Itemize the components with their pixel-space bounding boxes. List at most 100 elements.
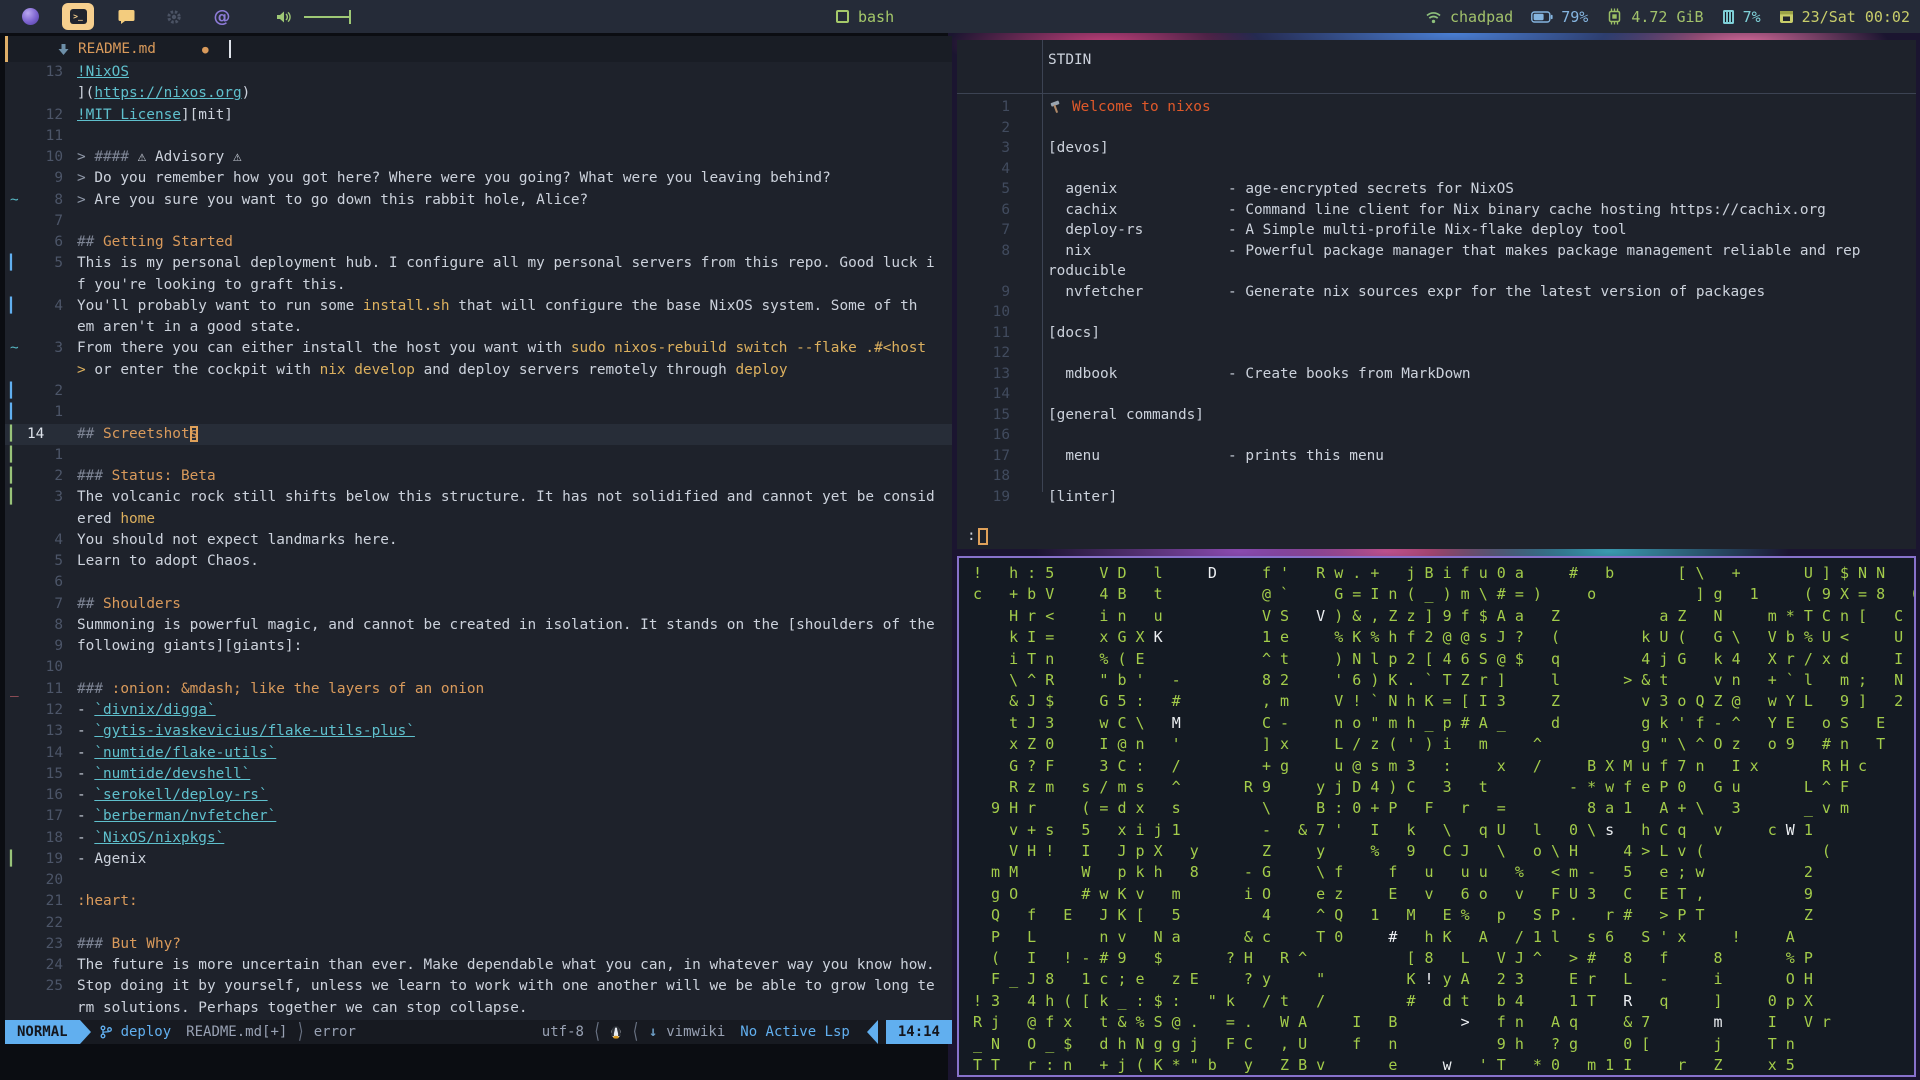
editor-row[interactable]: ~8 > Are you sure you want to go down thi…: [5, 190, 952, 211]
line-number: [23, 275, 63, 296]
editor-row[interactable]: 20: [5, 870, 952, 891]
editor-row[interactable]: ▎ 19 - Agenix: [5, 849, 952, 870]
editor-row[interactable]: 21:heart:: [5, 891, 952, 912]
pager-row[interactable]: 9 nvfetcher - Generate nix sources expr f…: [957, 282, 1916, 303]
command-description: - Generate nix sources expr for the late…: [1228, 283, 1766, 300]
pager-text-area[interactable]: 1 Welcome to nixos 2 3 [devos] 4 5 agenix - age…: [957, 97, 1916, 507]
editor-row[interactable]: 7 ## Shoulders: [5, 594, 952, 615]
editor-row[interactable]: ▎ 3 The volcanic rock still shifts below t…: [5, 487, 952, 508]
text-segment: But Why?: [111, 935, 181, 952]
editor-row[interactable]: 13- `gytis-ivaskevicius/flake-utils-plus…: [5, 721, 952, 742]
volume-slider-handle[interactable]: [349, 9, 351, 24]
pager-line-number: 13: [992, 365, 1010, 382]
pager-row[interactable]: 19 [linter]: [957, 487, 1916, 508]
gutter-sign: [5, 870, 23, 891]
command-name: mdbook: [1048, 365, 1118, 382]
pager-row[interactable]: 12: [957, 343, 1916, 364]
editor-row[interactable]: 9 following giants][giants]:: [5, 636, 952, 657]
workspace-terminal-active[interactable]: >_: [62, 3, 94, 30]
pager-row[interactable]: 13 mdbook - Create books from MarkDown: [957, 364, 1916, 385]
editor-row[interactable]: 6: [5, 572, 952, 593]
editor-row[interactable]: 5 Learn to adopt Chaos.: [5, 551, 952, 572]
matrix-row: T T r : n + j ( K * " b y Z B v e w ' T …: [973, 1055, 1914, 1075]
pager-row[interactable]: 8 nix - Powerful package manager that mak…: [957, 241, 1916, 262]
editor-row[interactable]: rm solutions. Perhaps together we can st…: [5, 998, 952, 1019]
editor-row[interactable]: 9 > Do you remember how you got here? Whe…: [5, 168, 952, 189]
battery-label: 79%: [1561, 7, 1589, 26]
editor-row[interactable]: 12- `divnix/digga`: [5, 700, 952, 721]
editor-text-area[interactable]: 13 !NixOS ](https://nixos.org) 12 !MIT Lic…: [5, 62, 952, 1020]
workspace-spiral[interactable]: @: [206, 3, 238, 30]
editor-row[interactable]: > or enter the cockpit with nix develop …: [5, 360, 952, 381]
editor-row[interactable]: 7: [5, 211, 952, 232]
editor-row[interactable]: em aren't in a good state.: [5, 317, 952, 338]
editor-row[interactable]: 8 Summoning is powerful magic, and cannot…: [5, 615, 952, 636]
pager-row[interactable]: 7 deploy-rs - A Simple multi-profile Nix-…: [957, 220, 1916, 241]
pager-row[interactable]: 15 [general commands]: [957, 405, 1916, 426]
line-number: 13: [45, 64, 63, 80]
pager-row[interactable]: 14: [957, 384, 1916, 405]
pager-row[interactable]: roducible: [957, 261, 1916, 282]
editor-row[interactable]: ](https://nixos.org): [5, 83, 952, 104]
gutter-sign: ▎: [10, 297, 19, 314]
editor-row[interactable]: ~3 From there you can either install the …: [5, 338, 952, 359]
editor-row[interactable]: 17- `berberman/nvfetcher`: [5, 806, 952, 827]
editor-row[interactable]: 14- `numtide/flake-utils`: [5, 743, 952, 764]
pager-row[interactable]: 10: [957, 302, 1916, 323]
editor-row[interactable]: 4 You should not expect landmarks here.: [5, 530, 952, 551]
editor-row[interactable]: 12 !MIT License][mit]: [5, 105, 952, 126]
workspace-settings[interactable]: [158, 3, 190, 30]
workspace-chat[interactable]: [110, 3, 142, 30]
pager-row[interactable]: 5 agenix - age-encrypted secrets for NixO…: [957, 179, 1916, 200]
volume-slider[interactable]: [304, 9, 351, 24]
editor-row[interactable]: ▎ 2 ### Status: Beta: [5, 466, 952, 487]
pager-row[interactable]: 6 cachix - Command line client for Nix bi…: [957, 200, 1916, 221]
editor-row[interactable]: 16- `serokell/deploy-rs`: [5, 785, 952, 806]
editor-row[interactable]: 6 ## Getting Started: [5, 232, 952, 253]
pager-row[interactable]: 16: [957, 425, 1916, 446]
gutter-sign: [5, 360, 23, 381]
command-description: - A Simple multi-profile Nix-flake deplo…: [1228, 222, 1627, 238]
editor-row[interactable]: 22: [5, 913, 952, 934]
editor-row[interactable]: ▎ 5 This is my personal deployment hub. I …: [5, 253, 952, 274]
editor-row[interactable]: 10: [5, 657, 952, 678]
editor-row[interactable]: 10 > #### ⚠ Advisory ⚠: [5, 147, 952, 168]
workspace-firefox[interactable]: [14, 3, 46, 30]
editor-row[interactable]: ▎ 1: [5, 445, 952, 466]
text-segment: Screetshot: [103, 425, 190, 442]
editor-row[interactable]: 13 !NixOS: [5, 62, 952, 83]
editor-row[interactable]: ▎ 1: [5, 402, 952, 423]
editor-row[interactable]: ▎ 4 You'll probably want to run some insta…: [5, 296, 952, 317]
editor-row[interactable]: ▎ 14 ## Screetshots: [5, 423, 952, 445]
text-segment: ##: [77, 595, 103, 612]
pager-row[interactable]: 18: [957, 466, 1916, 487]
pager-row[interactable]: 2: [957, 118, 1916, 139]
text-segment: You should not expect landmarks here.: [77, 531, 398, 548]
text-segment: >: [77, 191, 95, 208]
text-segment: >: [77, 149, 95, 166]
editor-row[interactable]: 11: [5, 126, 952, 147]
editor-row[interactable]: 18- `NixOS/nixpkgs`: [5, 828, 952, 849]
pager-line-text: Welcome to nixos: [1048, 97, 1211, 118]
editor-row[interactable]: ▎ 2: [5, 381, 952, 402]
gutter-sign: [5, 530, 23, 551]
pager-text: [devos]: [1048, 140, 1109, 156]
matrix-cells: m: [1713, 1013, 1723, 1032]
pager-row[interactable]: 1 Welcome to nixos: [957, 97, 1916, 118]
editor-row[interactable]: 15- `numtide/devshell`: [5, 764, 952, 785]
pager-row[interactable]: 17 menu - prints this menu: [957, 446, 1916, 467]
editor-row[interactable]: ered home: [5, 509, 952, 530]
matrix-cells: s: [1605, 820, 1615, 839]
pager-row[interactable]: 4: [957, 159, 1916, 180]
editor-row[interactable]: 23 ### But Why?: [5, 934, 952, 955]
editor-row[interactable]: 24 The future is more uncertain than ever…: [5, 955, 952, 976]
text-segment: ](: [77, 85, 95, 102]
tab-readme[interactable]: README.md ●: [57, 40, 231, 58]
editor-row[interactable]: f you're looking to graft this.: [5, 275, 952, 296]
pager-row[interactable]: 11 [docs]: [957, 323, 1916, 344]
pager-command-prompt[interactable]: :: [967, 526, 988, 546]
editor-row[interactable]: 25 Stop doing it by yourself, unless we l…: [5, 976, 952, 997]
pager-row[interactable]: 3 [devos]: [957, 138, 1916, 159]
line-text: ## Getting Started: [77, 232, 233, 253]
editor-row[interactable]: _ 11 ### :onion: &mdash; like the layers o…: [5, 679, 952, 700]
